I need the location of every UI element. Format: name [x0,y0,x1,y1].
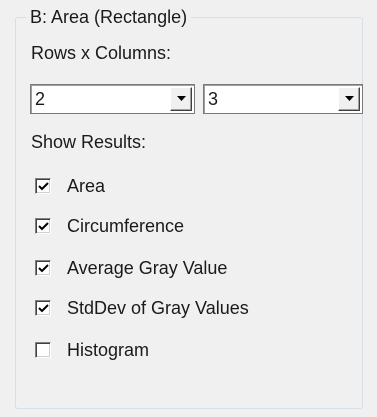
rows-columns-label: Rows x Columns: [31,43,172,63]
rows-select[interactable]: 2 [30,84,195,114]
checkmark-icon [38,222,49,231]
checkbox-label: Average Gray Value [67,258,228,278]
checkbox-box[interactable] [35,178,51,194]
columns-select[interactable]: 3 [203,84,363,114]
checkbox-box[interactable] [35,218,51,234]
checkbox-box[interactable] [35,300,51,316]
checkmark-icon [38,182,49,191]
checkbox-box[interactable] [35,342,51,358]
columns-dropdown-button[interactable] [338,87,360,111]
chevron-down-icon [345,96,354,101]
checkbox-label: StdDev of Gray Values [67,298,249,318]
checkmark-icon [38,304,49,313]
checkmark-icon [38,264,49,273]
checkbox-box[interactable] [35,260,51,276]
checkbox-label: Histogram [67,340,150,360]
group-title: B: Area (Rectangle) [26,6,192,28]
rows-dropdown-button[interactable] [170,87,192,111]
checkbox-label: Area [67,176,106,196]
rows-select-value: 2 [35,89,46,109]
checkbox-label: Circumference [67,216,185,236]
chevron-down-icon [177,96,186,101]
show-results-label: Show Results: [31,132,147,152]
columns-select-value: 3 [208,89,219,109]
